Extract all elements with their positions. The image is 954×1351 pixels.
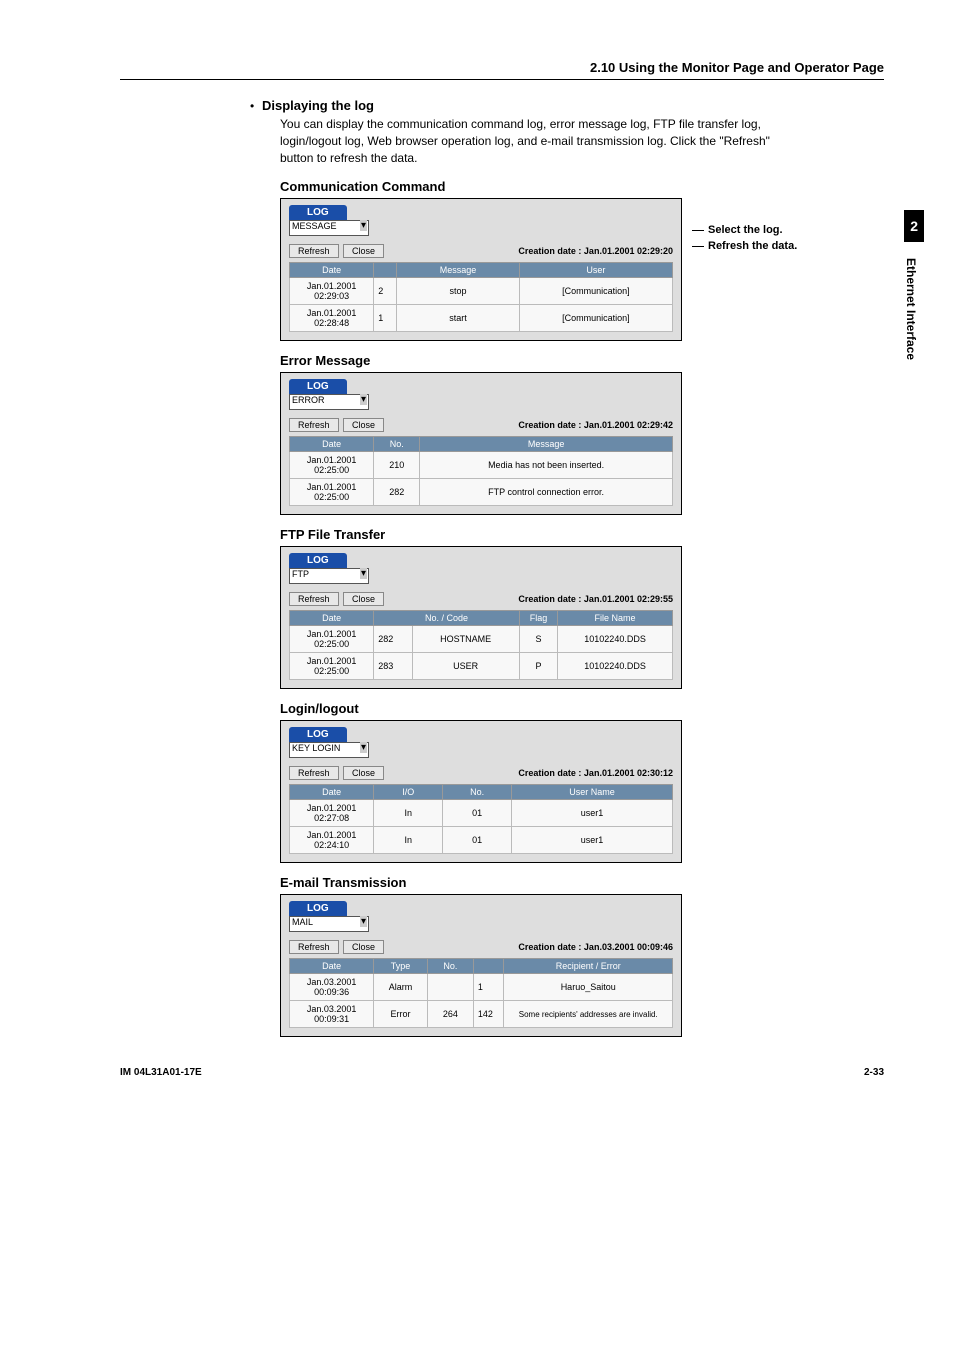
table-row: Jan.01.2001 02:25:00 283 USER P 10102240… [290,653,673,680]
annotations: Select the log. Refresh the data. [692,222,797,254]
creation-date: Creation date : Jan.01.2001 02:30:12 [518,768,673,778]
refresh-button[interactable]: Refresh [289,418,339,432]
close-button[interactable]: Close [343,766,384,780]
heading-mail: E-mail Transmission [280,875,884,890]
col-date: Date [290,437,374,452]
close-button[interactable]: Close [343,940,384,954]
log-type-select[interactable]: MAIL [289,916,369,932]
annot-refresh: Refresh the data. [708,240,797,252]
log-tab: LOG [289,553,347,568]
log-type-select[interactable]: MESSAGE [289,220,369,236]
footer-doc-id: IM 04L31A01-17E [120,1067,202,1078]
heading-error: Error Message [280,353,884,368]
panel-login: LOG KEY LOGIN Refresh Close Creation dat… [280,720,682,863]
log-tab: LOG [289,727,347,742]
intro-text: You can display the communication comman… [280,116,784,167]
col-n [374,263,397,278]
col-type: Type [374,959,428,974]
panel-ftp: LOG FTP Refresh Close Creation date : Ja… [280,546,682,689]
col-no: No. [443,785,512,800]
table-row: Jan.01.2001 02:28:48 1 start [Communicat… [290,305,673,332]
table-row: Jan.01.2001 02:27:08 In 01 user1 [290,800,673,827]
refresh-button[interactable]: Refresh [289,940,339,954]
close-button[interactable]: Close [343,592,384,606]
heading-login: Login/logout [280,701,884,716]
col-username: User Name [512,785,673,800]
log-type-select[interactable]: ERROR [289,394,369,410]
mail-table: Date Type No. Recipient / Error Jan.03.2… [289,958,673,1028]
log-tab: LOG [289,379,347,394]
col-no: No. [427,959,473,974]
close-button[interactable]: Close [343,418,384,432]
table-row: Jan.03.2001 00:09:36 Alarm 1 Haruo_Saito… [290,974,673,1001]
comm-table: Date Message User Jan.01.2001 02:29:03 2… [289,262,673,332]
refresh-button[interactable]: Refresh [289,766,339,780]
log-type-select[interactable]: FTP [289,568,369,584]
heading-comm: Communication Command [280,179,884,194]
log-tab: LOG [289,205,347,220]
col-user: User [519,263,672,278]
creation-date: Creation date : Jan.01.2001 02:29:55 [518,594,673,604]
col-date: Date [290,611,374,626]
col-date: Date [290,785,374,800]
col-date: Date [290,263,374,278]
col-message: Message [420,437,673,452]
panel-comm: LOG MESSAGE Refresh Close Creation date … [280,198,682,341]
col-n2 [473,959,504,974]
col-flag: Flag [519,611,557,626]
creation-date: Creation date : Jan.03.2001 00:09:46 [518,942,673,952]
creation-date: Creation date : Jan.01.2001 02:29:20 [518,246,673,256]
col-file: File Name [558,611,673,626]
close-button[interactable]: Close [343,244,384,258]
col-nocode: No. / Code [374,611,520,626]
col-message: Message [397,263,520,278]
bullet-dot: • [250,98,262,114]
log-type-select[interactable]: KEY LOGIN [289,742,369,758]
table-row: Jan.01.2001 02:25:00 282 HOSTNAME S 1010… [290,626,673,653]
refresh-button[interactable]: Refresh [289,244,339,258]
col-io: I/O [374,785,443,800]
col-recipient: Recipient / Error [504,959,673,974]
login-table: Date I/O No. User Name Jan.01.2001 02:27… [289,784,673,854]
refresh-button[interactable]: Refresh [289,592,339,606]
creation-date: Creation date : Jan.01.2001 02:29:42 [518,420,673,430]
heading-ftp: FTP File Transfer [280,527,884,542]
table-row: Jan.01.2001 02:29:03 2 stop [Communicati… [290,278,673,305]
table-row: Jan.03.2001 00:09:31 Error 264 142 Some … [290,1001,673,1028]
panel-mail: LOG MAIL Refresh Close Creation date : J… [280,894,682,1037]
col-date: Date [290,959,374,974]
col-no: No. [374,437,420,452]
error-table: Date No. Message Jan.01.2001 02:25:00 21… [289,436,673,506]
table-row: Jan.01.2001 02:25:00 210 Media has not b… [290,452,673,479]
table-row: Jan.01.2001 02:25:00 282 FTP control con… [290,479,673,506]
footer-page-number: 2-33 [864,1067,884,1078]
ftp-table: Date No. / Code Flag File Name Jan.01.20… [289,610,673,680]
panel-error: LOG ERROR Refresh Close Creation date : … [280,372,682,515]
table-row: Jan.01.2001 02:24:10 In 01 user1 [290,827,673,854]
chapter-tab: 2 [904,210,924,242]
section-header: 2.10 Using the Monitor Page and Operator… [120,60,884,80]
chapter-label: Ethernet Interface [904,258,918,360]
annot-select: Select the log. [708,224,783,236]
log-tab: LOG [289,901,347,916]
bullet-title: Displaying the log [262,98,374,113]
